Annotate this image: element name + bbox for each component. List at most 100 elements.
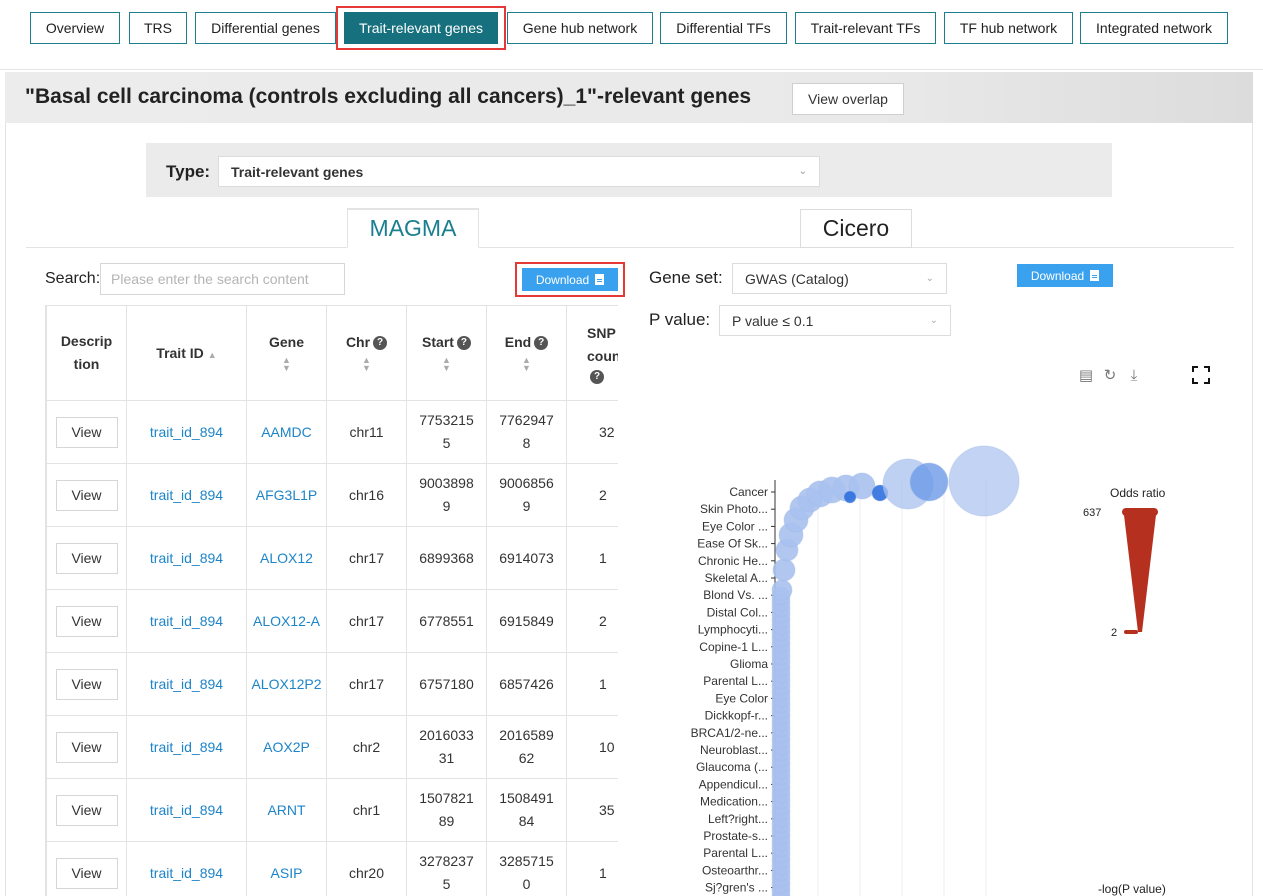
fullscreen-icon[interactable] bbox=[1192, 366, 1210, 384]
gene-link[interactable]: AOX2P bbox=[263, 739, 310, 755]
trait-id-cell: trait_id_894 bbox=[126, 526, 247, 590]
tab-tf-hub-network[interactable]: TF hub network bbox=[944, 12, 1073, 44]
gene-link[interactable]: ASIP bbox=[271, 865, 303, 881]
tab-trait-relevant-tfs[interactable]: Trait-relevant TFs bbox=[795, 12, 936, 44]
trait-id-link[interactable]: trait_id_894 bbox=[150, 802, 223, 818]
sort-icon[interactable]: ▲ ▼ bbox=[487, 356, 566, 373]
view-button[interactable]: View bbox=[55, 668, 118, 700]
snp-count-cell: 10 bbox=[599, 738, 615, 755]
download-label: Download bbox=[1030, 268, 1085, 283]
trait-id-cell: trait_id_894 bbox=[126, 589, 247, 653]
trait-id-link[interactable]: trait_id_894 bbox=[150, 487, 223, 503]
legend-handle-top[interactable] bbox=[1122, 508, 1158, 516]
view-overlap-button[interactable]: View overlap bbox=[792, 83, 904, 115]
type-label: Type: bbox=[166, 162, 211, 181]
col-trait-id[interactable]: Trait ID ▲ bbox=[126, 305, 247, 401]
type-select-value: Trait-relevant genes bbox=[231, 163, 364, 180]
sort-icon[interactable]: ▲ ▼ bbox=[247, 356, 326, 373]
y-axis-label: BRCA1/2-ne... bbox=[691, 726, 768, 740]
view-button[interactable]: View bbox=[55, 794, 118, 826]
trait-id-link[interactable]: trait_id_894 bbox=[150, 676, 223, 692]
y-axis-label: Left?right... bbox=[708, 812, 768, 826]
gene-link[interactable]: ALOX12-A bbox=[253, 613, 320, 629]
tab-overview[interactable]: Overview bbox=[30, 12, 120, 44]
gene-link[interactable]: ALOX12P2 bbox=[251, 676, 321, 692]
tab-trs[interactable]: TRS bbox=[129, 12, 187, 44]
col-snp-count[interactable]: SNP count? bbox=[566, 305, 618, 401]
trait-id-link[interactable]: trait_id_894 bbox=[150, 550, 223, 566]
end-cell: 3285715 0 bbox=[486, 841, 567, 896]
y-axis-label: Glaucoma (... bbox=[696, 760, 768, 774]
view-cell: View bbox=[46, 463, 127, 527]
view-button[interactable]: View bbox=[55, 416, 118, 448]
chr-cell: chr20 bbox=[348, 864, 385, 881]
legend-handle-bottom[interactable] bbox=[1124, 630, 1138, 634]
help-icon[interactable]: ? bbox=[373, 336, 388, 351]
y-axis-label: Chronic He... bbox=[698, 554, 768, 568]
tab-trait-relevant-genes[interactable]: Trait-relevant genes bbox=[344, 12, 498, 44]
data-point[interactable] bbox=[909, 462, 949, 502]
download-label: Download bbox=[535, 272, 590, 287]
end-cell: 1508491 84 bbox=[499, 790, 554, 829]
y-axis-label: Eye Color bbox=[715, 691, 768, 705]
end-cell: 2016589 62 bbox=[486, 715, 567, 779]
gene-link[interactable]: ARNT bbox=[267, 802, 305, 818]
refresh-icon[interactable]: ↻ bbox=[1101, 367, 1119, 385]
magma-download-button[interactable]: Download bbox=[522, 268, 618, 291]
tab-integrated-network[interactable]: Integrated network bbox=[1080, 12, 1228, 44]
trait-id-link[interactable]: trait_id_894 bbox=[150, 424, 223, 440]
col-gene[interactable]: Gene ▲ ▼ bbox=[246, 305, 327, 401]
y-axis-label: Skin Photo... bbox=[700, 502, 768, 516]
help-icon[interactable]: ? bbox=[590, 370, 604, 385]
gene-link[interactable]: ALOX12 bbox=[260, 550, 313, 566]
start-cell: 6778551 bbox=[406, 589, 487, 653]
tab-differential-tfs[interactable]: Differential TFs bbox=[660, 12, 787, 44]
view-button[interactable]: View bbox=[55, 479, 118, 511]
end-cell: 1508491 84 bbox=[486, 778, 567, 842]
gene-cell: ARNT bbox=[246, 778, 327, 842]
chart-toolbox: ▤ ↻ ⤓ bbox=[1077, 367, 1143, 385]
data-point[interactable] bbox=[771, 579, 793, 601]
start-cell: 6757180 bbox=[419, 675, 474, 692]
data-point[interactable] bbox=[772, 558, 796, 582]
view-button[interactable]: View bbox=[55, 731, 118, 763]
odds-ratio-legend bbox=[1122, 508, 1158, 634]
view-button[interactable]: View bbox=[55, 605, 118, 637]
sort-icon[interactable]: ▲ ▼ bbox=[327, 356, 406, 373]
type-select[interactable]: Trait-relevant genes ⌄ bbox=[218, 156, 820, 187]
data-point[interactable] bbox=[843, 490, 857, 504]
table-row: View trait_id_894 AOX2P chr2 2016033 31 20165… bbox=[46, 715, 618, 779]
trait-id-link[interactable]: trait_id_894 bbox=[150, 613, 223, 629]
view-button[interactable]: View bbox=[55, 857, 118, 889]
save-image-icon[interactable]: ⤓ bbox=[1125, 367, 1143, 385]
gene-set-select[interactable]: GWAS (Catalog) ⌄ bbox=[732, 263, 947, 294]
gene-link[interactable]: AAMDC bbox=[261, 424, 312, 440]
sort-icon[interactable]: ▲ ▼ bbox=[407, 356, 486, 373]
help-icon[interactable]: ? bbox=[456, 336, 471, 351]
view-button[interactable]: View bbox=[55, 542, 118, 574]
search-input[interactable]: Please enter the search content bbox=[100, 263, 345, 295]
chr-cell: chr11 bbox=[326, 400, 407, 464]
view-cell: View bbox=[46, 589, 127, 653]
col-chr[interactable]: Chr? ▲ ▼ bbox=[326, 305, 407, 401]
col-start[interactable]: Start? ▲ ▼ bbox=[406, 305, 487, 401]
tab-gene-hub-network[interactable]: Gene hub network bbox=[507, 12, 653, 44]
trait-id-link[interactable]: trait_id_894 bbox=[150, 865, 223, 881]
tab-differential-genes[interactable]: Differential genes bbox=[195, 12, 336, 44]
help-icon[interactable]: ? bbox=[534, 336, 549, 351]
data-point[interactable] bbox=[948, 445, 1020, 517]
end-cell: 6914073 bbox=[486, 526, 567, 590]
trait-id-link[interactable]: trait_id_894 bbox=[150, 739, 223, 755]
pvalue-select[interactable]: P value ≤ 0.1 ⌄ bbox=[719, 305, 951, 336]
start-cell: 9003898 9 bbox=[419, 475, 474, 514]
gene-link[interactable]: AFG3L1P bbox=[256, 487, 317, 503]
snp-count-cell: 1 bbox=[599, 549, 607, 566]
cicero-download-button[interactable]: Download bbox=[1017, 264, 1113, 287]
tab-magma[interactable]: MAGMA bbox=[347, 209, 479, 248]
end-cell: 7762947 8 bbox=[486, 400, 567, 464]
sort-icon[interactable]: ▲ bbox=[208, 350, 217, 360]
tab-cicero[interactable]: Cicero bbox=[800, 209, 912, 248]
data-view-icon[interactable]: ▤ bbox=[1077, 367, 1095, 385]
col-end[interactable]: End? ▲ ▼ bbox=[486, 305, 567, 401]
gene-cell: ASIP bbox=[246, 841, 327, 896]
